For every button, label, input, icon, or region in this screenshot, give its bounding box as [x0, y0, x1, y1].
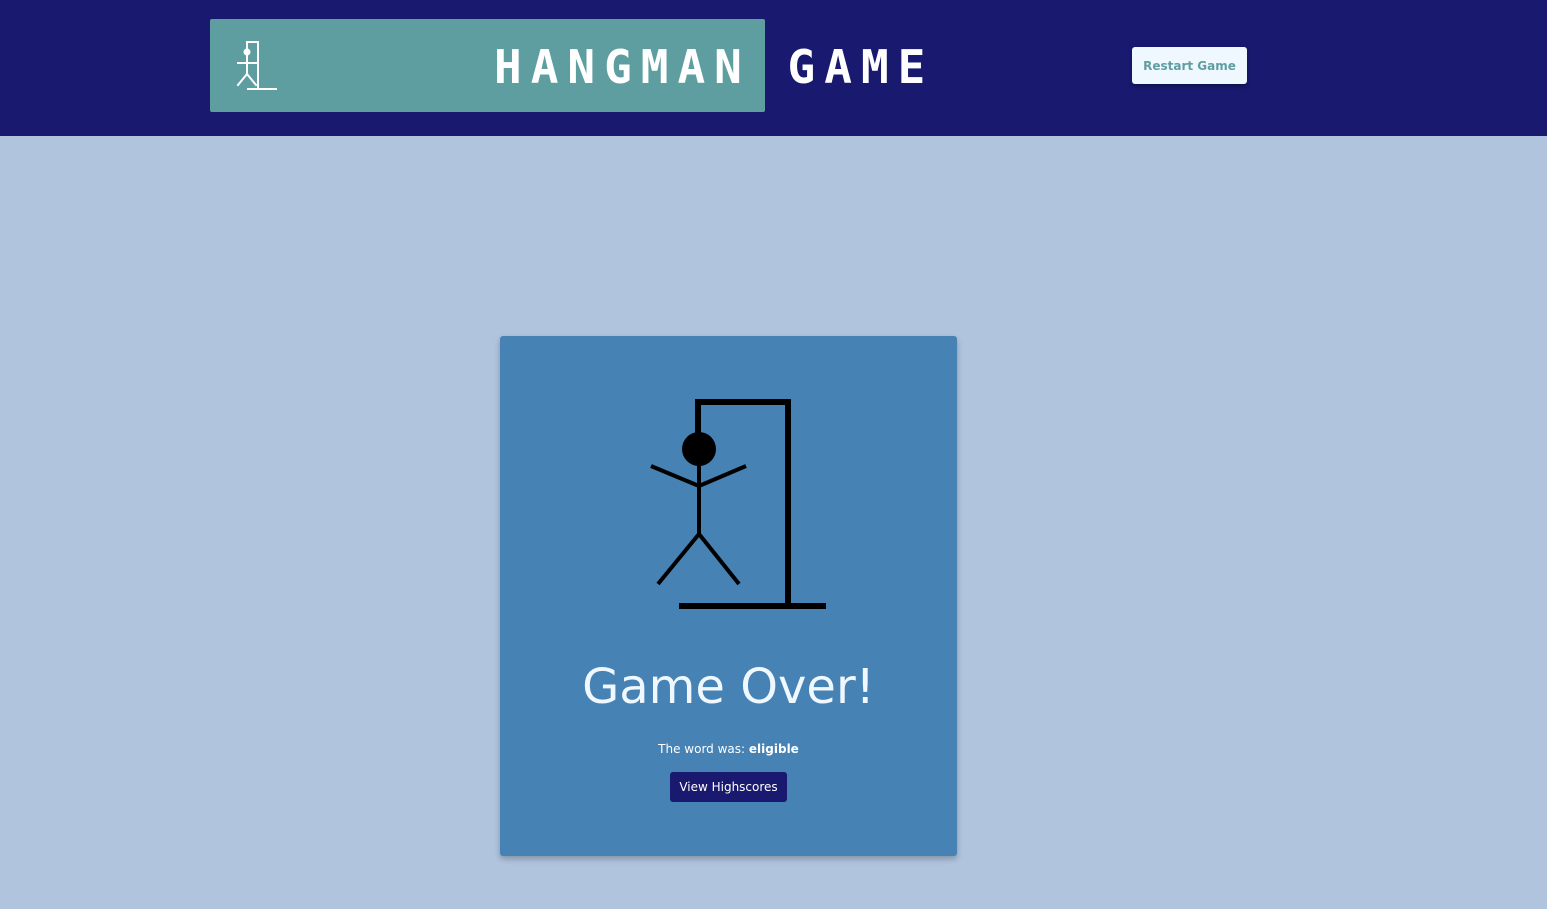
view-highscores-button[interactable]: View Highscores: [670, 772, 787, 802]
hangman-logo-icon: [236, 41, 277, 90]
word-reveal: The word was: eligible: [500, 740, 957, 758]
word-reveal-label: The word was:: [658, 742, 746, 756]
app-header: HANGMAN GAME Restart Game: [0, 0, 1547, 136]
game-over-card: Game Over! The word was: eligible View H…: [500, 336, 957, 856]
hangman-drawing-icon: [650, 399, 826, 609]
logo: HANGMAN GAME: [210, 19, 925, 112]
restart-game-button[interactable]: Restart Game: [1132, 47, 1247, 84]
game-over-title: Game Over!: [582, 659, 875, 715]
logo-title: HANGMAN GAME: [494, 40, 935, 94]
revealed-word: eligible: [748, 742, 799, 756]
